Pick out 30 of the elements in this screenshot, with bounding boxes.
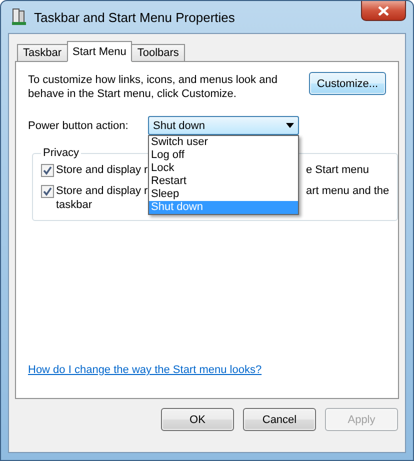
taskbar-icon [10, 8, 28, 26]
dropdown-option[interactable]: Restart [149, 175, 298, 188]
window-title: Taskbar and Start Menu Properties [34, 10, 235, 24]
dialog-button[interactable]: Cancel [243, 408, 316, 431]
checkbox-label: Store and display r [56, 184, 148, 198]
help-link[interactable]: How do I change the way the Start menu looks? [28, 364, 262, 376]
close-icon [378, 6, 389, 16]
checkbox[interactable] [41, 164, 54, 177]
check-icon [43, 166, 52, 175]
checkbox-label: e Start menu [306, 163, 369, 177]
checkbox[interactable] [41, 185, 54, 198]
dropdown-option[interactable]: Lock [149, 162, 298, 175]
tab[interactable]: Taskbar [17, 44, 68, 62]
dropdown-option[interactable]: Sleep [149, 188, 298, 201]
power-button-label: Power button action: [28, 120, 130, 132]
dropdown-option[interactable]: Log off [149, 149, 298, 162]
caret-icon [286, 123, 294, 128]
check-icon [43, 187, 52, 196]
dropdown-option[interactable]: Switch user [149, 136, 298, 149]
group-title: Privacy [42, 147, 80, 159]
checkbox-label: taskbar [56, 198, 92, 212]
checkbox-label: art menu and the [306, 184, 390, 198]
close-button[interactable] [361, 1, 406, 21]
tab[interactable]: Start Menu [66, 41, 132, 62]
dialog-button[interactable]: OK [161, 408, 234, 431]
checkbox-label: Store and display r [56, 163, 148, 177]
power-action-dropdown[interactable]: Shut down [148, 116, 299, 135]
customize-button[interactable]: Customize... [309, 72, 386, 95]
tab[interactable]: Toolbars [131, 44, 185, 62]
description-text: To customize how links, icons, and menus look and behave in the Start menu, click Customize. [28, 73, 278, 101]
